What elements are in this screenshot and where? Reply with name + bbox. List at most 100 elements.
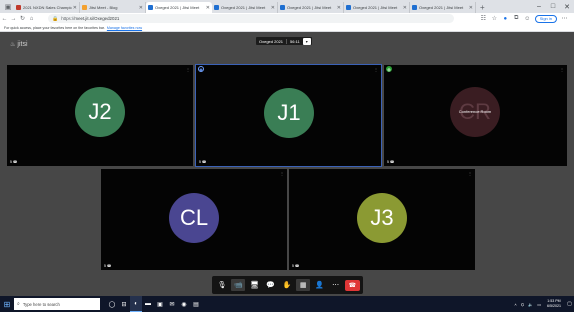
favorites-message: For quick access, place your favorites h…: [4, 25, 105, 30]
notifications-icon[interactable]: ▢: [565, 296, 574, 312]
taskbar: ⊞ ⌕ Type here to search ◯ ⊟ ◐ ▬ ▣ ✉ ◉ ▤ …: [0, 296, 574, 312]
edge-browser-icon[interactable]: ◐: [130, 296, 142, 312]
search-icon: ⌕: [17, 301, 20, 307]
tab-title: Oxeged 2021 | Jitsi Meet: [353, 5, 398, 10]
file-explorer-icon[interactable]: ▬: [142, 296, 154, 312]
volume-icon[interactable]: 🔈: [528, 302, 533, 307]
jitsi-favicon-icon: [412, 5, 417, 10]
reload-icon[interactable]: ↻: [18, 15, 27, 22]
jitsi-favicon-icon: [346, 5, 351, 10]
forward-icon[interactable]: →: [9, 16, 18, 22]
close-tab-icon[interactable]: ✕: [271, 5, 275, 11]
chat-button[interactable]: 💬: [264, 279, 278, 291]
avatar: J2: [75, 87, 125, 137]
network-icon[interactable]: ⌬: [521, 302, 525, 307]
participants-button[interactable]: 👤: [312, 279, 326, 291]
avatar-initials: J1: [277, 100, 301, 125]
tile-menu-icon[interactable]: ⋮: [468, 171, 472, 176]
camera-button[interactable]: 📹: [231, 279, 246, 291]
participant-tile-cl[interactable]: CL ⋮ 5 ☎: [101, 169, 287, 270]
jitsi-favicon-icon: [214, 5, 219, 10]
browser-tab[interactable]: Oxeged 2021 | Jitsi Meet ✕: [146, 2, 212, 13]
widgets-icon[interactable]: ⊟: [118, 296, 130, 312]
maximize-icon[interactable]: □: [546, 0, 560, 13]
task-view-icon[interactable]: ◯: [106, 296, 118, 312]
jitsi-favicon-icon: [280, 5, 285, 10]
close-tab-icon[interactable]: ✕: [139, 5, 143, 11]
room-header: Oxeged 2021 56:11 ▾: [256, 37, 312, 45]
browser-tab[interactable]: Oxeged 2021 | Jitsi Meet ✕: [344, 2, 410, 13]
participant-tile-j3[interactable]: J3 ⋮ 5 ☎: [289, 169, 475, 270]
window-menu-icon[interactable]: ▣: [3, 2, 13, 12]
more-button[interactable]: ⋯: [329, 279, 343, 291]
participant-tile-cr[interactable]: ◍ CR Conference Room ⋮ 5 ☎: [384, 65, 567, 166]
meeting-area: ♨ jitsi Oxeged 2021 56:11 ▾ J2 ⋮ 5 ☎ ◉ J…: [0, 32, 574, 296]
dominant-speaker-icon: ◉: [198, 66, 204, 72]
new-tab-icon[interactable]: +: [480, 3, 485, 12]
meeting-timer: 56:11: [290, 38, 300, 44]
raise-hand-button[interactable]: ✋: [280, 279, 294, 291]
tile-menu-icon[interactable]: ⋮: [374, 67, 378, 72]
mail-icon[interactable]: ✉: [166, 296, 178, 312]
camera-icon: 📹: [233, 282, 243, 289]
extension-icon[interactable]: ●: [500, 16, 511, 22]
battery-icon[interactable]: ▭: [537, 302, 541, 307]
more-options-icon[interactable]: ⋯: [559, 15, 570, 22]
participant-tile-j1[interactable]: ◉ J1 ⋮ 5 ☎: [195, 64, 382, 167]
favorites-bar: For quick access, place your favorites h…: [0, 24, 574, 32]
windows-start-icon[interactable]: ⊞: [0, 296, 14, 312]
tray-expand-icon[interactable]: ˄: [514, 302, 516, 307]
tile-menu-icon[interactable]: ⋮: [560, 67, 564, 72]
favorite-star-icon[interactable]: ☆: [489, 15, 500, 22]
store-icon[interactable]: ▣: [154, 296, 166, 312]
tab-title: Jitsi Meet - Blog: [89, 5, 118, 10]
tile-menu-icon[interactable]: ⋮: [186, 67, 190, 72]
address-bar[interactable]: 🔒 https:// meet.jit.si/Oxeged2021: [48, 14, 454, 23]
teams-icon[interactable]: ▤: [190, 296, 202, 312]
back-icon[interactable]: ←: [0, 16, 9, 22]
share-screen-button[interactable]: 🖥: [248, 279, 262, 291]
taskbar-clock[interactable]: 1:53 PM 6/5/2021: [547, 299, 561, 309]
participant-count-icon[interactable]: ▾: [302, 37, 311, 45]
close-window-icon[interactable]: ✕: [560, 0, 574, 13]
browser-tab[interactable]: Oxeged 2021 | Jitsi Meet ✕: [278, 2, 344, 13]
browser-tab[interactable]: 2021 NXDN Sales Championship✕: [14, 2, 80, 13]
manage-favorites-link[interactable]: Manage favorites now: [107, 26, 142, 30]
avatar-initials: CL: [179, 205, 209, 230]
close-tab-icon[interactable]: ✕: [337, 5, 341, 11]
default-favicon-icon: [16, 5, 21, 10]
tile-view-button[interactable]: ▦: [296, 279, 311, 291]
url-scheme: https://: [61, 16, 75, 21]
collections-icon[interactable]: ⧉: [511, 15, 522, 22]
minimize-icon[interactable]: –: [532, 0, 546, 13]
blog-favicon-icon: [82, 5, 87, 10]
lock-icon: 🔒: [52, 15, 59, 22]
home-icon[interactable]: ⌂: [27, 16, 36, 22]
tab-title: Oxeged 2021 | Jitsi Meet: [419, 5, 464, 10]
leave-button[interactable]: ☎: [344, 279, 360, 291]
tabs: 2021 NXDN Sales Championship✕Jitsi Meet …: [14, 2, 476, 13]
avatar: J1: [264, 88, 314, 138]
close-tab-icon[interactable]: ✕: [73, 5, 77, 11]
chat-app-icon[interactable]: ◉: [178, 296, 190, 312]
tile-status: 5 ☎: [199, 160, 207, 164]
close-tab-icon[interactable]: ✕: [469, 5, 473, 11]
close-tab-icon[interactable]: ✕: [403, 5, 407, 11]
microphone-icon: 🎙: [217, 282, 227, 289]
browser-tab[interactable]: Jitsi Meet - Blog ✕: [80, 2, 146, 13]
jitsi-logo: ♨ jitsi: [10, 41, 28, 48]
browser-tab[interactable]: Oxeged 2021 | Jitsi Meet ✕: [410, 2, 476, 13]
reader-view-icon[interactable]: ☷: [478, 15, 489, 22]
mic-button[interactable]: 🎙: [215, 279, 229, 291]
avatar: J3: [357, 193, 407, 243]
profile-icon[interactable]: ☺: [522, 16, 533, 22]
tile-status: 5 ☎: [10, 160, 18, 164]
close-tab-icon[interactable]: ✕: [206, 5, 210, 11]
hand-icon: ✋: [282, 282, 292, 289]
browser-tab[interactable]: Oxeged 2021 | Jitsi Meet ✕: [212, 2, 278, 13]
taskbar-search-box[interactable]: ⌕ Type here to search: [14, 298, 100, 310]
sign-in-button[interactable]: Sign in: [534, 14, 557, 23]
participant-tile-j2[interactable]: J2 ⋮ 5 ☎: [7, 65, 193, 166]
tile-menu-icon[interactable]: ⋮: [280, 171, 284, 176]
search-placeholder: Type here to search: [22, 301, 60, 307]
